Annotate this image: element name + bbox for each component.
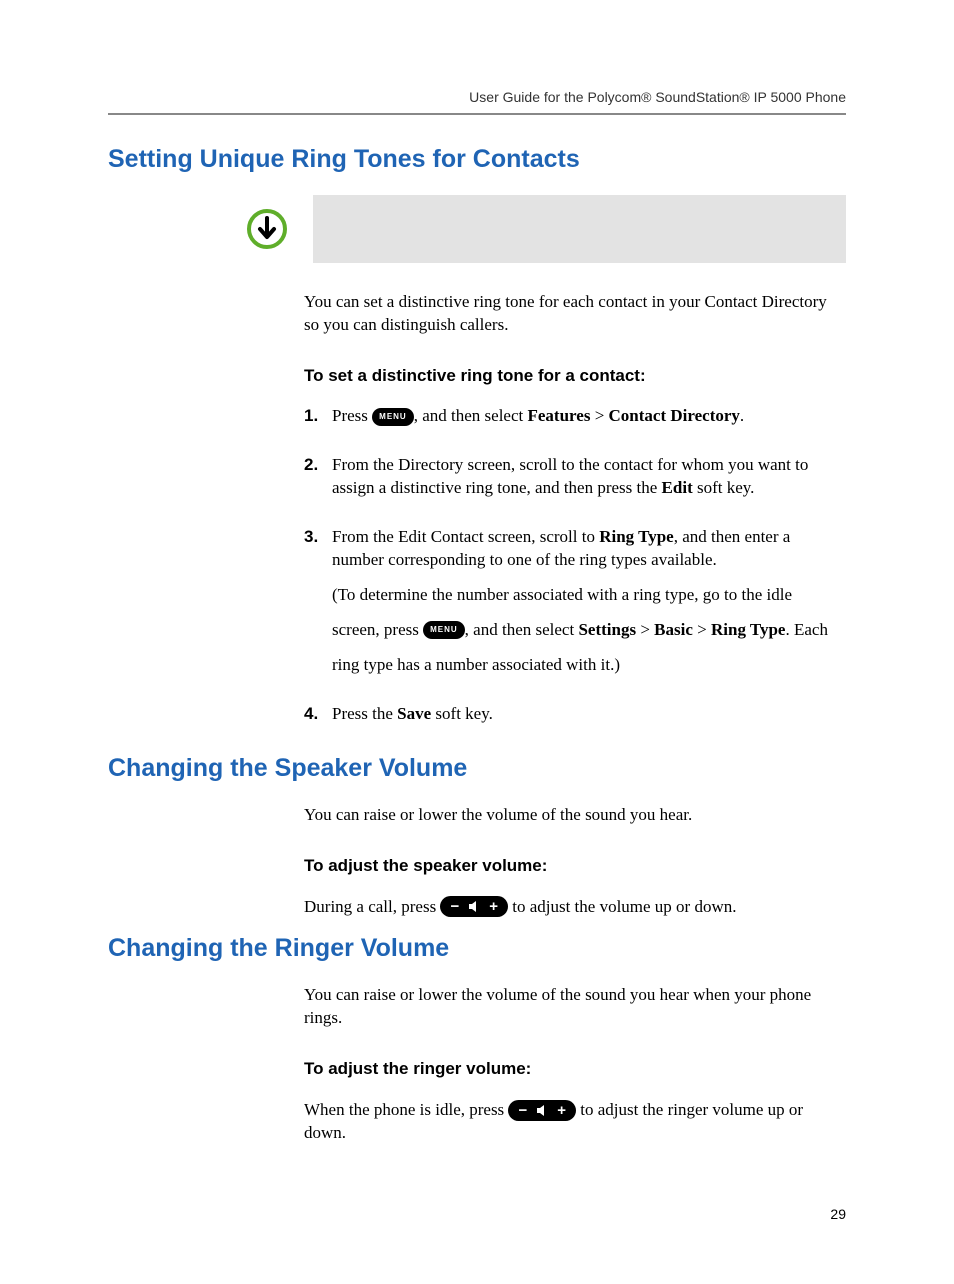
- step3-text-c: screen, press MENU, and then select Sett…: [332, 619, 838, 642]
- section3-content: You can raise or lower the volume of the…: [304, 984, 838, 1145]
- note-placeholder-box: [313, 195, 846, 263]
- bold-text: Save: [397, 704, 431, 723]
- bold-text: Ring Type: [711, 620, 785, 639]
- section3-intro: You can raise or lower the volume of the…: [304, 984, 838, 1030]
- section3-body: When the phone is idle, press − + to adj…: [304, 1099, 838, 1145]
- menu-button-icon: MENU: [423, 621, 465, 639]
- bold-text: Settings: [578, 620, 636, 639]
- page-header: User Guide for the Polycom® SoundStation…: [108, 88, 846, 115]
- heading-ringer-volume: Changing the Ringer Volume: [108, 932, 846, 966]
- section3-subhead: To adjust the ringer volume:: [304, 1058, 838, 1081]
- text-fragment: . Each: [785, 620, 827, 639]
- section1-intro: You can set a distinctive ring tone for …: [304, 291, 838, 337]
- heading-speaker-volume: Changing the Speaker Volume: [108, 752, 846, 786]
- step-number: 3.: [304, 526, 332, 689]
- step-1: 1. Press MENU, and then select Features …: [304, 405, 838, 440]
- bold-text: Ring Type: [599, 527, 673, 546]
- bold-text: Basic: [654, 620, 693, 639]
- step-number: 1.: [304, 405, 332, 440]
- step-number: 4.: [304, 703, 332, 738]
- text-fragment: >: [636, 620, 654, 639]
- text-fragment: to adjust the volume up or down.: [512, 897, 736, 916]
- section2-intro: You can raise or lower the volume of the…: [304, 804, 838, 827]
- text-fragment: , and then select: [465, 620, 579, 639]
- minus-icon: −: [518, 1103, 527, 1118]
- section1-subhead: To set a distinctive ring tone for a con…: [304, 365, 838, 388]
- step2-text: From the Directory screen, scroll to the…: [332, 454, 838, 500]
- text-fragment: , and then select: [414, 406, 528, 425]
- text-fragment: soft key.: [693, 478, 755, 497]
- plus-icon: +: [557, 1103, 566, 1118]
- plus-icon: +: [489, 899, 498, 914]
- text-fragment: Press the: [332, 704, 397, 723]
- step4-text: Press the Save soft key.: [332, 703, 838, 726]
- volume-button-icon: − +: [508, 1100, 576, 1121]
- step3-text-a: From the Edit Contact screen, scroll to …: [332, 526, 838, 572]
- step-3: 3. From the Edit Contact screen, scroll …: [304, 526, 838, 689]
- text-fragment: From the Edit Contact screen, scroll to: [332, 527, 599, 546]
- step3-text-b: (To determine the number associated with…: [332, 584, 838, 607]
- menu-button-icon: MENU: [372, 408, 414, 426]
- text-fragment: >: [590, 406, 608, 425]
- step-2: 2. From the Directory screen, scroll to …: [304, 454, 838, 512]
- minus-icon: −: [450, 899, 459, 914]
- volume-button-icon: − +: [440, 896, 508, 917]
- text-fragment: >: [693, 620, 711, 639]
- note-down-arrow-icon: [245, 207, 289, 251]
- speaker-icon: [536, 1104, 548, 1117]
- text-fragment: Press: [332, 406, 372, 425]
- step3-text-d: ring type has a number associated with i…: [332, 654, 838, 677]
- text-fragment: When the phone is idle, press: [304, 1100, 508, 1119]
- page-number: 29: [108, 1205, 846, 1224]
- section2-content: You can raise or lower the volume of the…: [304, 804, 838, 919]
- note-icon-container: [108, 207, 313, 251]
- text-fragment: During a call, press: [304, 897, 440, 916]
- bold-text: Edit: [662, 478, 693, 497]
- text-fragment: screen, press: [332, 620, 423, 639]
- note-row: [108, 195, 846, 263]
- heading-ring-tones: Setting Unique Ring Tones for Contacts: [108, 143, 846, 177]
- section2-body: During a call, press − + to adjust the v…: [304, 896, 838, 919]
- steps-list: 1. Press MENU, and then select Features …: [304, 405, 838, 737]
- text-fragment: soft key.: [431, 704, 493, 723]
- text-fragment: .: [740, 406, 744, 425]
- section1-content: You can set a distinctive ring tone for …: [304, 291, 838, 738]
- step1-text: Press MENU, and then select Features > C…: [332, 405, 838, 428]
- speaker-icon: [468, 900, 480, 913]
- section2-subhead: To adjust the speaker volume:: [304, 855, 838, 878]
- bold-text: Features: [527, 406, 590, 425]
- step-4: 4. Press the Save soft key.: [304, 703, 838, 738]
- bold-text: Contact Directory: [609, 406, 740, 425]
- step-number: 2.: [304, 454, 332, 512]
